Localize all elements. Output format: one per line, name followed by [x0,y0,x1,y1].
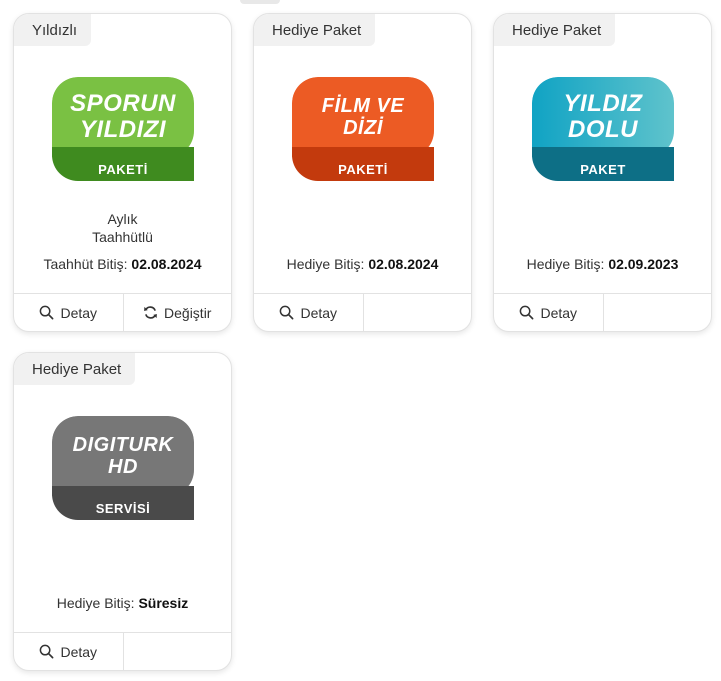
search-icon [519,305,534,320]
detail-button[interactable]: Detay [14,633,123,670]
logo-sub: SERVİSİ [95,501,151,516]
empty-action [122,633,232,670]
package-tag: Hediye Paket [254,14,376,46]
detail-button-label: Detay [540,304,578,321]
logo-line1: YILDIZ [563,90,643,117]
change-button[interactable]: Değiştir [122,294,232,331]
detail-button-label: Detay [60,643,98,660]
package-tag: Hediye Paket [14,353,136,385]
logo-line1: SPORUN [70,90,176,117]
end-date: Hediye Bitiş: Süresiz [14,595,231,611]
package-logo: DIGITURK HD SERVİSİ [52,416,194,520]
package-card-film-ve-dizi: Hediye Paket FİLM VE DİZİ PAKETİ Hediye … [253,13,472,332]
end-date-value: 02.08.2024 [131,256,202,272]
logo-line1: DIGITURK [72,434,174,456]
detail-button[interactable]: Detay [14,294,123,331]
package-logo: SPORUN YILDIZI PAKETİ [52,77,194,181]
logo-sub: PAKETİ [338,162,388,177]
package-card-yildiz-dolu: Hediye Paket YILDIZ DOLU PAKET Hediye Bi… [493,13,712,332]
package-tag: Yıldızlı [14,14,92,46]
card-actions: Detay [254,293,471,331]
commitment-period: Aylık [107,211,138,227]
refresh-icon [143,305,158,320]
search-icon [39,644,54,659]
package-card-sporun-yildizi: Yıldızlı SPORUN YILDIZI PAKETİ Aylık Taa… [13,13,232,332]
empty-action [362,294,472,331]
logo-sub: PAKETİ [98,162,148,177]
commitment-type: Taahhütlü [92,229,153,245]
logo-line2: DOLU [568,116,638,143]
end-date: Hediye Bitiş: 02.09.2023 [494,256,711,272]
end-date-value: 02.09.2023 [608,256,679,272]
end-date: Hediye Bitiş: 02.08.2024 [254,256,471,272]
card-actions: Detay [494,293,711,331]
logo-sub: PAKET [580,162,626,177]
end-date-label: Hediye Bitiş: [56,595,139,611]
partial-element [240,0,280,4]
empty-action [602,294,712,331]
commitment-info: Aylık Taahhütlü [14,210,231,246]
package-logo: FİLM VE DİZİ PAKETİ [292,77,434,181]
logo-line2: YILDIZI [79,116,167,143]
end-date-value: 02.08.2024 [368,256,439,272]
search-icon [279,305,294,320]
card-actions: Detay [14,632,231,670]
change-button-label: Değiştir [164,304,212,321]
detail-button-label: Detay [300,304,338,321]
logo-line1: FİLM VE [321,95,405,117]
search-icon [39,305,54,320]
detail-button-label: Detay [60,304,98,321]
detail-button[interactable]: Detay [494,294,603,331]
detail-button[interactable]: Detay [254,294,363,331]
end-date-label: Taahhüt Bitiş: [43,256,132,272]
card-actions: Detay Değiştir [14,293,231,331]
package-logo: YILDIZ DOLU PAKET [532,77,674,181]
logo-line2: DİZİ [343,117,383,139]
end-date: Taahhüt Bitiş: 02.08.2024 [14,256,231,272]
package-tag: Hediye Paket [494,14,616,46]
end-date-label: Hediye Bitiş: [286,256,369,272]
end-date-label: Hediye Bitiş: [526,256,609,272]
package-card-digiturk-hd: Hediye Paket DIGITURK HD SERVİSİ Hediye … [13,352,232,671]
logo-line2: HD [108,456,138,478]
end-date-value: Süresiz [138,595,189,611]
